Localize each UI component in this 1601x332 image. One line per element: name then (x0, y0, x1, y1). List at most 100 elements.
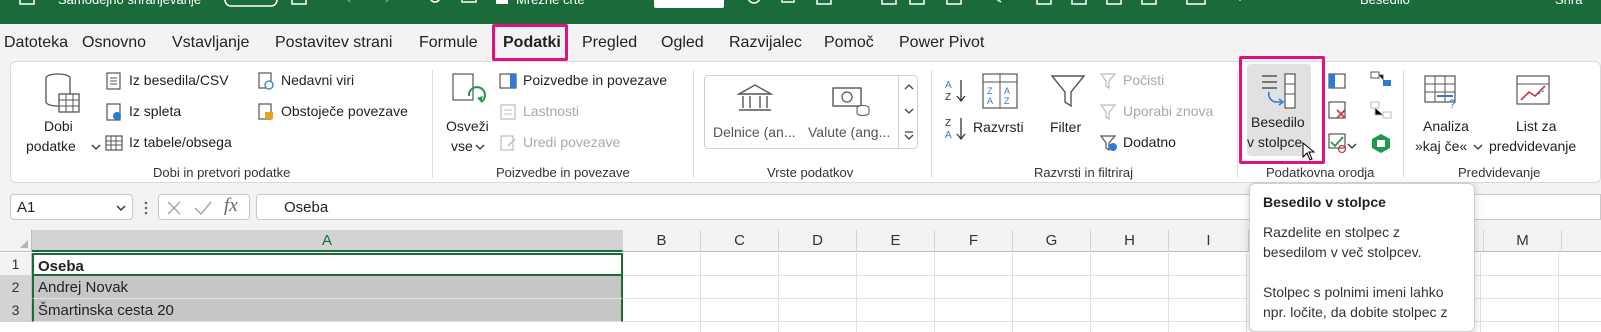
sort-za-icon[interactable]: Z A (944, 116, 968, 142)
tab-razvijalec[interactable]: Razvijalec (729, 34, 802, 52)
tab-postavitev-strani[interactable]: Postavitev strani (275, 34, 392, 52)
clear-filter-label: Počisti (1123, 72, 1165, 88)
consolidate-icon[interactable] (1369, 70, 1393, 90)
lines-icon[interactable] (850, 0, 870, 8)
column-header-h[interactable]: H (1091, 230, 1169, 252)
chevron-down-icon[interactable] (1347, 142, 1357, 150)
row-header-1[interactable]: 1 (0, 253, 32, 276)
checkbox-icon[interactable] (494, 0, 514, 8)
table-icon[interactable] (1070, 0, 1090, 8)
stocks-button[interactable]: Delnice (an... (709, 80, 797, 144)
cell-a1[interactable]: Oseba (32, 253, 623, 276)
tab-datoteka[interactable]: Datoteka (4, 34, 68, 52)
column-header-e[interactable]: E (857, 230, 935, 252)
sum-icon[interactable] (908, 0, 928, 8)
undo-icon[interactable] (340, 0, 360, 8)
more-options-icon[interactable] (143, 200, 149, 216)
view-icon[interactable] (460, 0, 480, 8)
borders-icon[interactable] (815, 0, 835, 8)
refresh-all-button[interactable]: Osveži vse (441, 68, 493, 158)
column-header-b[interactable]: B (623, 230, 701, 252)
flash-fill-icon[interactable] (1327, 70, 1349, 90)
edit-links-button[interactable]: Uredi povezave (499, 133, 649, 155)
advanced-filter-button[interactable]: Dodatno (1099, 133, 1219, 155)
sort-button[interactable]: Z A A Z Razvrsti (973, 68, 1035, 138)
title-bar: Samodejno shranjevanje Mrežne črte Besed… (0, 0, 1601, 24)
format-painter-icon[interactable] (780, 0, 800, 8)
recent-sources-label: Nedavni viri (281, 72, 355, 88)
data-validation-icon[interactable] (1327, 132, 1349, 154)
tab-osnovno[interactable]: Osnovno (82, 34, 146, 52)
forecast-sheet-button[interactable]: List za predvidevanje (1489, 68, 1592, 158)
column-header-l[interactable] (1475, 230, 1484, 252)
remove-duplicates-icon[interactable] (1327, 100, 1349, 122)
properties-label: Lastnosti (523, 103, 580, 119)
column-header-a[interactable]: A (32, 230, 623, 252)
column-header-n[interactable] (1562, 230, 1601, 252)
autosave-toggle[interactable] (224, 0, 280, 8)
from-web-button[interactable]: Iz spleta (105, 102, 255, 124)
user-text[interactable]: Shra (1555, 0, 1582, 20)
tab-ogled[interactable]: Ogled (661, 34, 704, 52)
select-all-corner[interactable] (0, 230, 32, 252)
reapply-button[interactable]: Uporabi znova (1099, 102, 1239, 124)
clear-format-icon[interactable] (985, 0, 1009, 8)
tab-power-pivot[interactable]: Power Pivot (899, 34, 984, 52)
filter-button[interactable]: Filter (1044, 68, 1092, 138)
window-icon[interactable] (1105, 0, 1125, 8)
clear-filter-button[interactable]: Počisti (1099, 71, 1219, 93)
more-icon[interactable] (1230, 0, 1250, 8)
grid-icon[interactable] (880, 0, 900, 8)
cell-a2[interactable]: Andrej Novak (32, 276, 623, 299)
insert-function-icon[interactable]: fx (224, 195, 238, 217)
recent-sources-button[interactable]: Nedavni viri (257, 71, 407, 93)
ribbon: Dobi podatke Iz besedila/CSV Iz spleta I… (10, 56, 1601, 183)
cancel-icon[interactable] (165, 199, 183, 217)
tab-vstavljanje[interactable]: Vstavljanje (172, 34, 249, 52)
redo-icon[interactable] (378, 0, 398, 8)
column-header-d[interactable]: D (779, 230, 857, 252)
text-file-icon (106, 72, 121, 90)
row-header-3[interactable]: 3 (0, 299, 32, 322)
existing-connections-button[interactable]: Obstoječe povezave (257, 102, 427, 124)
column-header-i[interactable]: I (1169, 230, 1249, 252)
relationships-icon[interactable] (1369, 100, 1393, 122)
chevron-down-icon[interactable] (903, 106, 915, 116)
column-header-m[interactable]: M (1484, 230, 1562, 252)
what-if-button[interactable]: ? Analiza »kaj če« (1409, 68, 1485, 158)
insert-icon[interactable] (1035, 0, 1055, 8)
dropdown-icon[interactable] (603, 0, 623, 8)
chevron-up-icon[interactable] (903, 82, 915, 92)
camera-icon[interactable] (1140, 0, 1160, 8)
properties-button[interactable]: Lastnosti (499, 102, 639, 124)
get-data-button[interactable]: Dobi podatke (17, 68, 101, 156)
column-header-f[interactable]: F (935, 230, 1013, 252)
name-box[interactable]: A1 (10, 194, 133, 220)
tab-pomoc[interactable]: Pomoč (824, 34, 874, 52)
queries-connections-button[interactable]: Poizvedbe in povezave (499, 71, 679, 93)
circle-icon[interactable] (745, 0, 763, 8)
expand-gallery-icon[interactable] (903, 130, 915, 142)
group-divider (432, 70, 433, 178)
file-icon[interactable] (290, 0, 310, 8)
from-table-button[interactable]: Iz tabele/obsega (105, 133, 255, 155)
fill-icon[interactable] (945, 0, 965, 8)
from-text-csv-button[interactable]: Iz besedila/CSV (105, 71, 255, 93)
save-icon[interactable] (18, 0, 38, 6)
sort-az-icon[interactable]: A Z (944, 78, 968, 104)
column-header-c[interactable]: C (701, 230, 779, 252)
row-header-2[interactable]: 2 (0, 276, 32, 299)
tab-pregled[interactable]: Pregled (582, 34, 637, 52)
search-text[interactable]: Besedilo (1360, 0, 1410, 20)
enter-icon[interactable] (193, 199, 213, 217)
chevron-down-icon[interactable] (115, 203, 127, 213)
from-text-csv-label: Iz besedila/CSV (129, 72, 229, 88)
toggle-icon[interactable] (1185, 0, 1209, 8)
column-header-g[interactable]: G (1013, 230, 1091, 252)
currencies-button[interactable]: Valute (ang... (805, 80, 895, 144)
search-box[interactable] (654, 0, 724, 8)
tab-formule[interactable]: Formule (419, 34, 478, 52)
data-model-icon[interactable] (1369, 132, 1393, 154)
cell-a3[interactable]: Šmartinska cesta 20 (32, 299, 623, 322)
paint-icon[interactable] (425, 0, 445, 8)
